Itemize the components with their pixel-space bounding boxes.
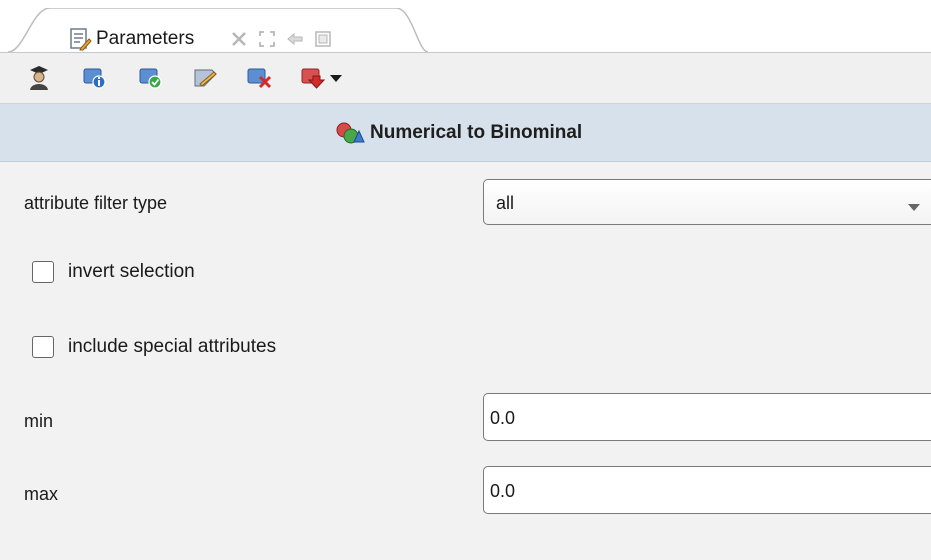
close-icon[interactable] [230,30,248,48]
operator-title: Numerical to Binominal [370,122,583,143]
parameters-icon [68,27,92,51]
min-label: min [24,411,54,431]
min-value: 0.0 [490,408,516,428]
invert-selection-checkbox[interactable] [32,261,54,283]
include-special-attributes-label: include special attributes [68,336,277,357]
max-value: 0.0 [490,481,516,501]
breakpoint-icon[interactable] [298,63,328,93]
expert-mode-icon[interactable] [24,63,54,93]
delete-operator-icon[interactable] [244,63,274,93]
dropdown-arrow-icon[interactable] [326,63,346,93]
chevron-down-icon [908,199,920,217]
maximize-icon[interactable] [258,30,276,48]
detach-icon[interactable] [286,30,304,48]
min-input[interactable]: 0.0 [483,393,931,441]
tab-parameters[interactable]: Parameters [8,8,428,52]
parameters-toolbar [0,53,931,104]
restore-icon[interactable] [314,30,332,48]
invert-selection-label: invert selection [68,261,195,282]
attribute-filter-type-value: all [496,193,515,213]
attribute-filter-type-select[interactable]: all [483,179,931,225]
max-label: max [24,484,59,504]
attribute-filter-type-label: attribute filter type [24,193,168,213]
view-tab-strip: Parameters [0,0,931,53]
operator-header: Numerical to Binominal [0,104,931,162]
parameter-panel: attribute filter type all invert selecti… [0,162,931,560]
rename-operator-icon[interactable] [190,63,220,93]
operator-info-icon[interactable] [80,63,110,93]
include-special-attributes-checkbox[interactable] [32,336,54,358]
numerical-to-binominal-icon [335,121,365,150]
enable-operator-icon[interactable] [136,63,166,93]
max-input[interactable]: 0.0 [483,466,931,514]
tab-title: Parameters [96,28,195,49]
